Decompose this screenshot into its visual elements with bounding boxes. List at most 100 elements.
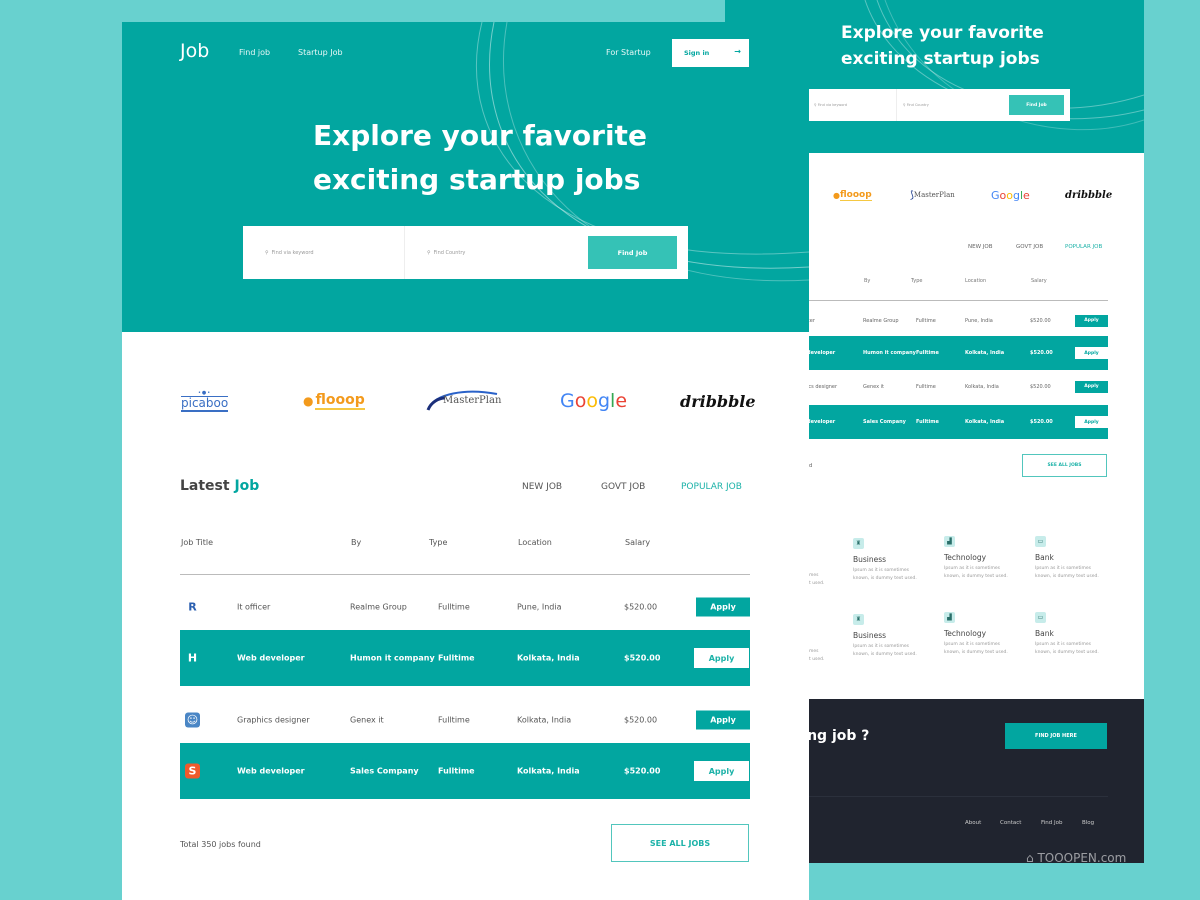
job-company: Sales Company [863,419,906,425]
category-card[interactable]: ♜ Business Ipsum as it is sometimes known, … [853,614,943,659]
category-name: Technology [944,629,987,638]
secondary-job-row: developer Sales Company Fulltime Kolkata, I… [807,405,1108,439]
job-location: Kolkata, India [965,350,1005,356]
sign-in-button[interactable]: Sign in → [672,39,749,67]
footer-link-about[interactable]: About [965,820,981,826]
dribbble-logo: dribbble [1065,189,1113,201]
brand-logo[interactable]: Job [180,40,209,62]
category-desc: Ipsum as it is sometimes known, is dummy … [853,568,917,581]
job-title[interactable]: It officer [237,603,270,612]
flooop-logo: ● flooop [833,189,872,201]
see-all-jobs-button[interactable]: SEE ALL JOBS [611,824,749,862]
drop-icon: ● [303,394,314,408]
category-card[interactable]: ▟ Technology Ipsum as it is sometimes known… [944,536,1034,581]
h-logo-icon: H [187,651,198,665]
job-location: Pune, India [517,602,562,612]
job-salary: $520.00 [1030,383,1051,390]
footer-link-find-job[interactable]: Find Job [1041,820,1063,826]
nav-for-startup[interactable]: For Startup [606,48,651,57]
job-location: Kolkata, India [517,766,580,776]
job-type: Fulltime [916,383,936,390]
apply-button[interactable]: Apply [694,761,749,781]
apply-button[interactable]: Apply [694,648,749,668]
job-title[interactable]: Web developer [237,767,305,776]
secondary-table-divider [809,300,1108,301]
bank-icon: ▭ [1035,536,1046,547]
job-salary: $520.00 [624,653,661,663]
category-name: Business [853,555,887,564]
watermark: ⌂ TOOOPEN.com [1026,851,1127,865]
find-job-here-button[interactable]: FIND JOB HERE [1005,723,1107,749]
tab-new-job[interactable]: NEW JOB [522,482,562,492]
country-search-input[interactable]: ⚲ Find Country [405,226,585,279]
job-title[interactable]: ics designer [807,384,837,390]
main-page: Job Find job Startup Job For Startup Sig… [122,22,809,900]
category-card[interactable]: ▭ Bank Ipsum as it is sometimes known, is d… [1035,536,1125,581]
job-company: Genex it [350,715,384,725]
column-by: By [864,278,871,284]
briefcase-icon: ♜ [853,614,864,625]
job-location: Kolkata, India [965,383,999,390]
secondary-search-bar: ⚲ Find via keyword ⚲ Find Country Find J… [809,89,1070,121]
secondary-find-job-button[interactable]: Find Job [1009,95,1064,115]
partial-category-desc: mes t used. [809,573,825,586]
apply-button[interactable]: Apply [1075,347,1108,359]
apply-button[interactable]: Apply [1075,380,1108,393]
tab-govt-job[interactable]: GOVT JOB [601,482,645,492]
find-job-button[interactable]: Find Job [588,236,677,269]
secondary-tab-govt-job[interactable]: GOVT JOB [1016,244,1043,250]
job-type: Fulltime [916,350,939,356]
category-card[interactable]: ▭ Bank Ipsum as it is sometimes known, is d… [1035,612,1125,657]
job-row: ☺ Graphics designer Genex it Fulltime Kolkat… [180,698,750,742]
job-location: Kolkata, India [517,715,572,725]
column-type: Type [911,278,923,284]
job-salary: $520.00 [1030,419,1053,425]
secondary-see-all-jobs-button[interactable]: SEE ALL JOBS [1022,454,1107,477]
category-card[interactable]: ▟ Technology Ipsum as it is sometimes known… [944,612,1034,657]
column-by: By [351,538,362,547]
category-card[interactable]: ♜ Business Ipsum as it is sometimes known, … [853,538,943,583]
secondary-tab-new-job[interactable]: NEW JOB [968,244,993,250]
apply-button[interactable]: Apply [696,710,750,730]
category-name: Technology [944,553,987,562]
keyword-search-input[interactable]: ⚲ Find via keyword [243,226,405,279]
arrow-right-icon: → [734,47,741,56]
total-jobs-count: Total 350 jobs found [180,840,261,849]
secondary-tab-popular-job[interactable]: POPULAR JOB [1065,244,1102,250]
category-desc: Ipsum as it is sometimes known, is dummy … [944,642,1008,655]
secondary-job-row: developer Humon it company Fulltime Kolkata… [807,336,1108,370]
job-title[interactable]: developer [807,419,835,425]
hero-section: Job Find job Startup Job For Startup Sig… [122,22,809,332]
footer-link-blog[interactable]: Blog [1082,820,1094,826]
job-title[interactable]: Web developer [237,654,305,663]
job-title[interactable]: Graphics designer [237,716,310,725]
secondary-total-count: d [809,463,813,469]
nav-find-job[interactable]: Find job [239,48,270,57]
google-logo: Google [991,188,1030,202]
job-company: Humon it company [350,653,435,663]
picaboo-logo: •●• picaboo [181,389,229,412]
shopping-bag-logo-icon: S [185,763,200,779]
job-type: Fulltime [916,317,936,324]
search-icon: ⚲ [427,249,431,256]
apply-button[interactable]: Apply [696,597,750,617]
r-logo-icon: R [188,600,197,614]
category-name: Bank [1035,629,1054,638]
google-logo: Google [560,390,628,412]
masterplan-logo: ⟆ MasterPlan [910,189,955,201]
nav-startup-job[interactable]: Startup Job [298,48,343,57]
job-type: Fulltime [916,419,939,425]
secondary-country-input[interactable]: ⚲ Find Country [897,89,1007,121]
apply-button[interactable]: Apply [1075,416,1108,428]
tab-popular-job[interactable]: POPULAR JOB [681,482,742,492]
category-name: Business [853,631,887,640]
job-type: Fulltime [438,653,475,663]
footer-link-contact[interactable]: Contact [1000,820,1021,826]
job-title[interactable]: developer [807,350,835,356]
latest-job-title: Latest Job [180,478,260,494]
job-company: Genex it [863,383,885,390]
bank-icon: ▭ [1035,612,1046,623]
apply-button[interactable]: Apply [1075,314,1108,327]
category-desc: Ipsum as it is sometimes known, is dummy … [944,566,1008,579]
secondary-keyword-input[interactable]: ⚲ Find via keyword [809,89,897,121]
